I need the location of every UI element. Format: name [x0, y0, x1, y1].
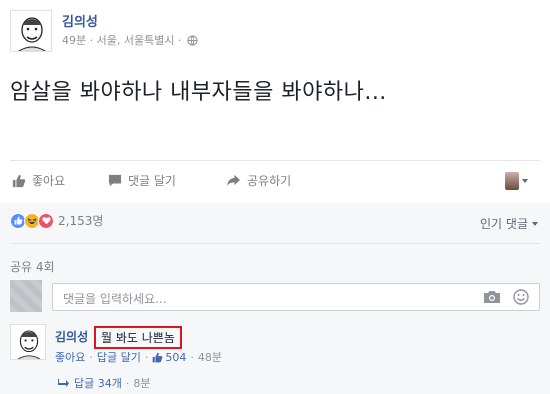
- like-button[interactable]: 좋아요: [12, 172, 65, 189]
- camera-icon[interactable]: [483, 290, 501, 304]
- action-bar: 좋아요 댓글 달기 공유하기: [10, 172, 540, 194]
- post-meta: 49분 · 서울, 서울특별시 ·: [62, 32, 198, 48]
- facebook-post: 김의성 49분 · 서울, 서울특별시 · 암살을 봐야하나 내부자들을 봐야하…: [0, 0, 550, 394]
- comment-input[interactable]: 댓글을 입력하세요...: [52, 283, 540, 311]
- chevron-down-icon: [532, 221, 538, 226]
- comment-author[interactable]: 김의성: [55, 328, 88, 345]
- replies-time: 8분: [133, 377, 151, 390]
- viewer-avatar: [505, 172, 519, 190]
- share-label: 공유하기: [247, 174, 292, 188]
- caricature-avatar-icon: [17, 330, 41, 359]
- comment-icon: [108, 174, 122, 187]
- separator-dot: ·: [89, 350, 93, 364]
- comment-meta: 좋아요 · 답글 달기 · 504 · 48분: [55, 349, 222, 365]
- reply-arrow-icon: [58, 379, 69, 387]
- comment-like-link[interactable]: 좋아요: [55, 349, 85, 365]
- globe-icon[interactable]: [187, 35, 198, 46]
- comment-label: 댓글 달기: [128, 174, 176, 188]
- share-button[interactable]: 공유하기: [226, 172, 291, 189]
- caricature-avatar-icon: [18, 17, 46, 51]
- comment-sort-dropdown[interactable]: 인기 댓글: [480, 215, 538, 232]
- divider: [10, 160, 540, 161]
- love-reaction-icon: [38, 212, 54, 229]
- reaction-summary[interactable]: 2,153명: [10, 212, 103, 229]
- my-avatar: [10, 280, 42, 312]
- separator-dot: ·: [125, 376, 130, 390]
- post-author[interactable]: 김의성: [62, 11, 98, 30]
- comment-reply-link[interactable]: 답글 달기: [97, 349, 141, 365]
- emoji-icon[interactable]: [513, 289, 529, 305]
- comment-text-highlighted: 뭘 봐도 나쁜놈: [94, 326, 182, 349]
- share-arrow-icon: [227, 174, 240, 187]
- post-timestamp-location[interactable]: 49분 · 서울, 서울특별시 ·: [62, 34, 181, 47]
- post-text: 암살을 봐야하나 내부자들을 봐야하나...: [10, 80, 387, 105]
- commenter-avatar[interactable]: [10, 324, 46, 360]
- separator-dot: ·: [144, 350, 149, 364]
- post-as-selector[interactable]: [505, 172, 528, 190]
- comment-like-count[interactable]: 504: [152, 351, 186, 364]
- like-label: 좋아요: [32, 174, 66, 188]
- reaction-count: 2,153명: [58, 214, 104, 228]
- share-count[interactable]: 공유 4회: [10, 258, 55, 275]
- comment-time[interactable]: 48분: [198, 349, 222, 365]
- author-avatar[interactable]: [10, 10, 52, 52]
- view-replies-link[interactable]: 답글 34개 · 8분: [58, 375, 150, 391]
- replies-count: 답글 34개: [74, 377, 122, 390]
- thumbs-up-icon: [12, 174, 26, 187]
- chevron-down-icon: [522, 179, 528, 183]
- comment-input-placeholder: 댓글을 입력하세요...: [63, 292, 167, 306]
- thumbs-up-icon: [153, 352, 163, 362]
- sort-label: 인기 댓글: [480, 217, 528, 231]
- separator-dot: ·: [190, 350, 194, 364]
- post-header: 김의성 49분 · 서울, 서울특별시 ·: [10, 10, 450, 52]
- comment-button[interactable]: 댓글 달기: [108, 172, 176, 189]
- divider: [10, 243, 540, 244]
- comment-likes-value: 504: [165, 350, 187, 364]
